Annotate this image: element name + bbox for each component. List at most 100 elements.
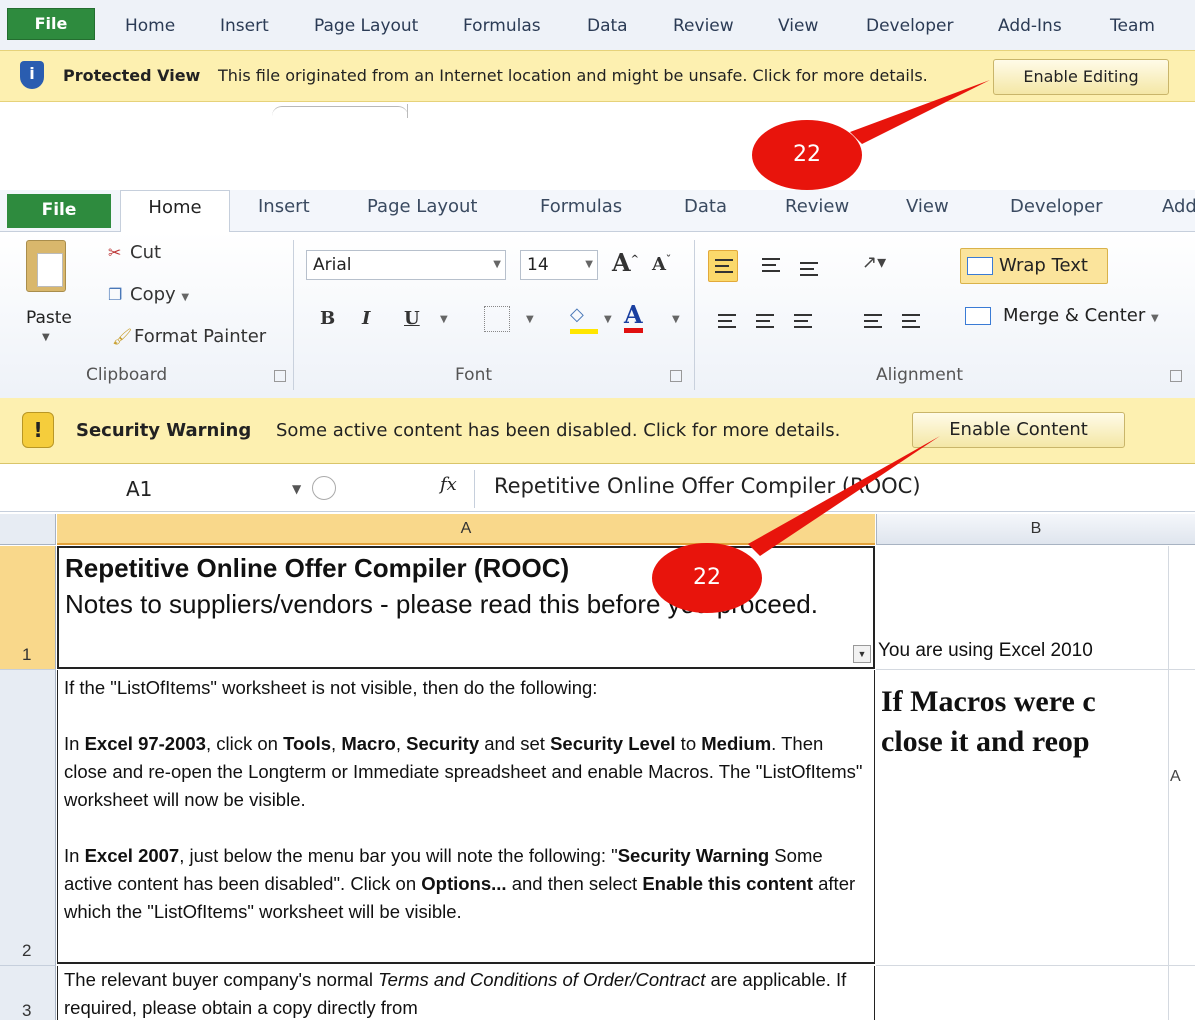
tab-add-ins-partial[interactable]: Add bbox=[1162, 196, 1195, 217]
filter-dropdown-icon[interactable]: ▼ bbox=[853, 645, 871, 663]
clipboard-launcher-icon[interactable] bbox=[274, 370, 286, 382]
align-bottom-button[interactable] bbox=[794, 254, 824, 286]
formula-expand-icon[interactable] bbox=[312, 476, 336, 500]
top-tab-insert[interactable]: Insert bbox=[220, 16, 269, 36]
partial-divider bbox=[407, 104, 408, 118]
alignment-launcher-icon[interactable] bbox=[1170, 370, 1182, 382]
format-painter-button[interactable]: 🖌Format Painter bbox=[112, 326, 266, 347]
copy-dropdown-icon[interactable]: ▼ bbox=[181, 292, 189, 303]
row-number: 1 bbox=[22, 645, 32, 664]
align-top-button[interactable] bbox=[708, 250, 738, 282]
bold-button[interactable]: B bbox=[320, 308, 335, 329]
paste-button[interactable]: Paste bbox=[26, 308, 72, 328]
tab-developer[interactable]: Developer bbox=[1010, 196, 1103, 217]
top-tab-home[interactable]: Home bbox=[125, 16, 175, 36]
security-warning-bar: ! Security Warning Some active content h… bbox=[0, 398, 1195, 464]
gridline bbox=[876, 669, 1195, 670]
name-box[interactable]: A1 ▼ bbox=[8, 472, 308, 506]
cut-label: Cut bbox=[130, 242, 162, 263]
clipboard-group-label: Clipboard bbox=[86, 365, 168, 385]
borders-icon[interactable] bbox=[484, 306, 510, 332]
security-warning-message[interactable]: Some active content has been disabled. C… bbox=[276, 420, 840, 441]
top-tab-add-ins[interactable]: Add-Ins bbox=[998, 16, 1062, 36]
merge-center-button[interactable]: Merge & Center ▼ bbox=[965, 305, 1159, 326]
top-tab-formulas[interactable]: Formulas bbox=[463, 16, 541, 36]
tab-home[interactable]: Home bbox=[120, 190, 230, 232]
increase-indent-button[interactable] bbox=[896, 306, 926, 338]
underline-dropdown-icon[interactable]: ▼ bbox=[440, 314, 448, 325]
fill-dropdown-icon[interactable]: ▼ bbox=[604, 314, 612, 325]
copy-button[interactable]: ❐ Copy ▼ bbox=[108, 284, 189, 305]
formula-input[interactable]: Repetitive Online Offer Compiler (ROOC) bbox=[494, 474, 921, 498]
row-header-1[interactable]: 1 bbox=[0, 546, 56, 670]
tab-review[interactable]: Review bbox=[785, 196, 849, 217]
cell-b2[interactable]: If Macros were c close it and reop bbox=[881, 682, 1096, 762]
increase-indent-icon bbox=[902, 314, 920, 328]
font-name-select[interactable]: Arial ▼ bbox=[306, 250, 506, 280]
enable-editing-button[interactable]: Enable Editing bbox=[993, 59, 1169, 95]
align-left-icon bbox=[718, 314, 736, 328]
font-size-select[interactable]: 14 ▼ bbox=[520, 250, 598, 280]
merge-dropdown-icon[interactable]: ▼ bbox=[1151, 313, 1159, 324]
cell-a2[interactable]: If the "ListOfItems" worksheet is not vi… bbox=[57, 670, 875, 964]
column-header-b[interactable]: B bbox=[876, 514, 1195, 545]
align-center-icon bbox=[756, 314, 774, 328]
align-center-button[interactable] bbox=[750, 306, 780, 338]
decrease-indent-button[interactable] bbox=[858, 306, 888, 338]
grow-font-button[interactable]: A^ bbox=[612, 248, 639, 277]
column-header-a[interactable]: A bbox=[57, 514, 875, 545]
cell-b1[interactable]: You are using Excel 2010 bbox=[878, 640, 1093, 662]
italic-button[interactable]: I bbox=[362, 308, 370, 329]
fill-color-icon[interactable]: ◇ bbox=[570, 304, 598, 334]
row-header-2[interactable]: 2 bbox=[0, 670, 56, 966]
row-number: 2 bbox=[22, 941, 32, 960]
formula-bar: A1 ▼ fx Repetitive Online Offer Compiler … bbox=[0, 466, 1195, 512]
grow-font-icon: A bbox=[612, 248, 631, 277]
align-left-button[interactable] bbox=[712, 306, 742, 338]
cell-b2-line-1: If Macros were c bbox=[881, 685, 1096, 718]
enable-content-button[interactable]: Enable Content bbox=[912, 412, 1125, 448]
font-color-button[interactable]: A bbox=[624, 302, 643, 333]
paste-icon[interactable] bbox=[26, 240, 66, 292]
protected-view-message[interactable]: This file originated from an Internet lo… bbox=[218, 66, 928, 85]
tab-file[interactable]: File bbox=[7, 194, 111, 228]
align-right-button[interactable] bbox=[788, 306, 818, 338]
borders-dropdown-icon[interactable]: ▼ bbox=[526, 314, 534, 325]
insert-function-icon[interactable]: fx bbox=[440, 474, 457, 495]
top-tab-data[interactable]: Data bbox=[587, 16, 628, 36]
copy-label: Copy bbox=[130, 284, 176, 305]
wrap-text-button[interactable]: Wrap Text bbox=[960, 248, 1108, 284]
tab-formulas[interactable]: Formulas bbox=[540, 196, 622, 217]
wrap-text-icon bbox=[967, 257, 993, 275]
paste-dropdown-icon[interactable]: ▼ bbox=[42, 332, 50, 343]
chevron-down-icon: ▼ bbox=[585, 259, 593, 270]
orientation-icon[interactable]: ↗▾ bbox=[862, 252, 886, 273]
tab-page-layout[interactable]: Page Layout bbox=[367, 196, 478, 217]
shrink-font-button[interactable]: Aˇ bbox=[652, 254, 671, 275]
top-tab-page-layout[interactable]: Page Layout bbox=[314, 16, 418, 36]
tab-insert[interactable]: Insert bbox=[258, 196, 310, 217]
font-group-label: Font bbox=[455, 365, 493, 385]
font-color-dropdown-icon[interactable]: ▼ bbox=[672, 314, 680, 325]
top-ribbon-tabs: File Home Insert Page Layout Formulas Da… bbox=[0, 0, 1195, 50]
tab-view[interactable]: View bbox=[906, 196, 949, 217]
select-all-corner[interactable] bbox=[0, 514, 56, 545]
top-tab-file[interactable]: File bbox=[7, 8, 95, 40]
top-tab-developer[interactable]: Developer bbox=[866, 16, 953, 36]
font-launcher-icon[interactable] bbox=[670, 370, 682, 382]
protected-view-bar: i Protected View This file originated fr… bbox=[0, 50, 1195, 102]
cell-a3[interactable]: The relevant buyer company's normal Term… bbox=[57, 966, 875, 1020]
top-tab-team[interactable]: Team bbox=[1110, 16, 1155, 36]
protected-view-title: Protected View bbox=[63, 66, 201, 85]
merge-center-icon bbox=[965, 307, 991, 325]
top-tab-review[interactable]: Review bbox=[673, 16, 734, 36]
warning-shield-icon: ! bbox=[22, 412, 54, 448]
align-middle-button[interactable] bbox=[756, 250, 786, 282]
top-tab-view[interactable]: View bbox=[778, 16, 818, 36]
cut-button[interactable]: ✂ Cut bbox=[108, 242, 161, 263]
formula-divider bbox=[474, 470, 475, 508]
tab-data[interactable]: Data bbox=[684, 196, 727, 217]
underline-button[interactable]: U bbox=[404, 308, 420, 329]
row-header-3[interactable]: 3 bbox=[0, 966, 56, 1020]
chevron-down-icon[interactable]: ▼ bbox=[292, 472, 301, 506]
